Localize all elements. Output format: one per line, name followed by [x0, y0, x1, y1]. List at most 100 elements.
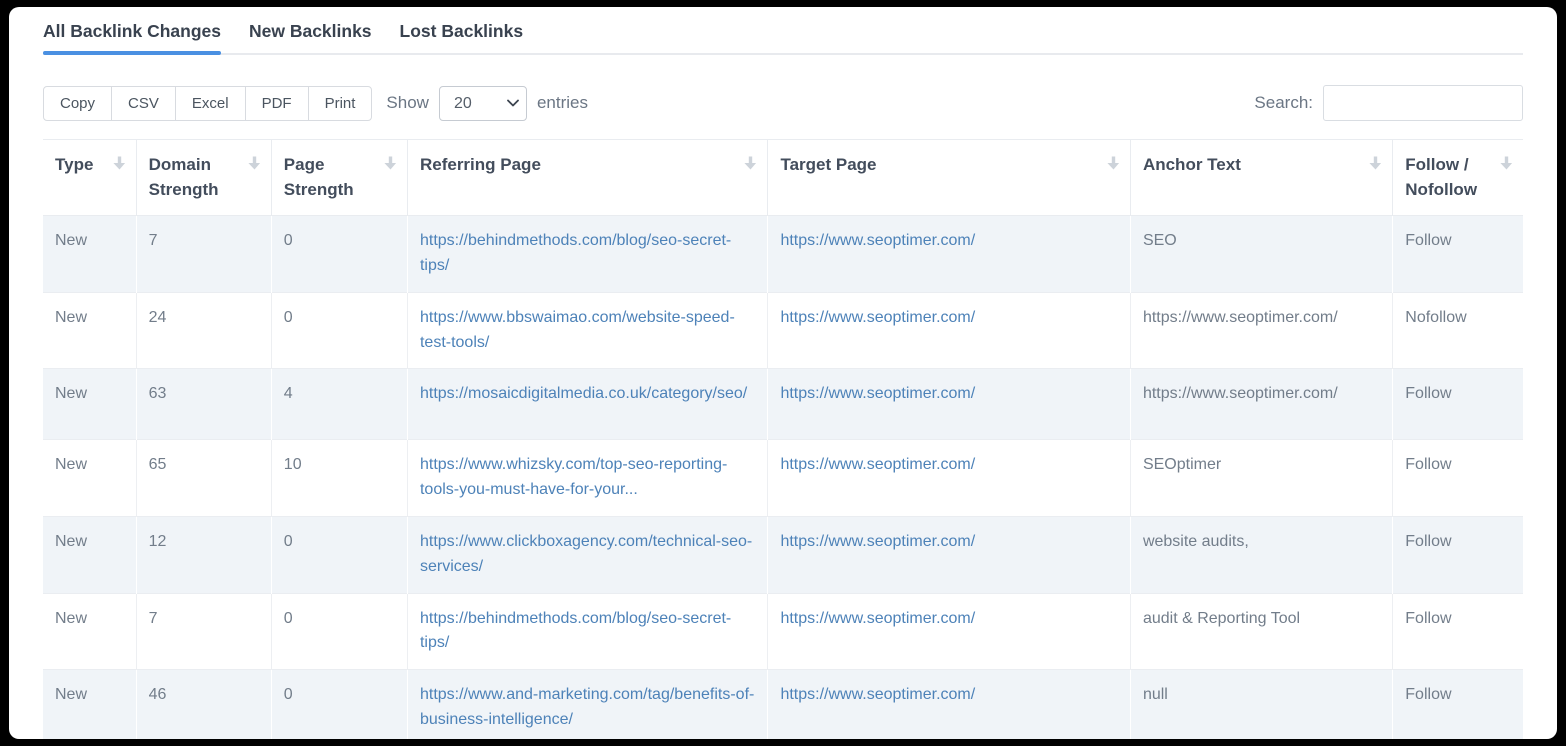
table-body: New70https://behindmethods.com/blog/seo-…	[43, 216, 1523, 739]
cell-text: 0	[284, 232, 293, 249]
table-row: New460https://www.and-marketing.com/tag/…	[43, 670, 1523, 739]
tab-all-backlink-changes[interactable]: All Backlink Changes	[43, 21, 221, 53]
cell-type: New	[43, 517, 136, 594]
cell-anchor-text: website audits,	[1130, 517, 1392, 594]
cell-text: 10	[284, 456, 302, 473]
cell-anchor-text: SEO	[1130, 216, 1392, 293]
sort-icon	[1500, 156, 1513, 170]
url-link[interactable]: https://www.bbswaimao.com/website-speed-…	[420, 309, 735, 351]
search-label: Search:	[1254, 93, 1313, 113]
cell-text: Nofollow	[1405, 309, 1466, 326]
cell-text: 24	[149, 309, 167, 326]
cell-text: New	[55, 686, 87, 703]
page-size-select-wrap: 20	[439, 86, 527, 121]
sort-icon	[248, 156, 261, 170]
column-header-page-strength[interactable]: Page Strength	[271, 140, 407, 216]
export-button-group: Copy CSV Excel PDF Print	[43, 86, 372, 121]
cell-follow-nofollow: Follow	[1393, 517, 1523, 594]
url-link[interactable]: https://mosaicdigitalmedia.co.uk/categor…	[420, 385, 747, 402]
cell-referring-page: https://mosaicdigitalmedia.co.uk/categor…	[407, 369, 767, 440]
url-link[interactable]: https://www.seoptimer.com/	[780, 309, 975, 326]
cell-type: New	[43, 593, 136, 670]
column-label: Anchor Text	[1143, 155, 1241, 174]
cell-type: New	[43, 292, 136, 369]
url-link[interactable]: https://www.seoptimer.com/	[780, 610, 975, 627]
cell-text: 0	[284, 686, 293, 703]
url-link[interactable]: https://behindmethods.com/blog/seo-secre…	[420, 232, 731, 274]
column-label: Page Strength	[284, 155, 354, 199]
cell-referring-page: https://www.whizsky.com/top-seo-reportin…	[407, 440, 767, 517]
pdf-button[interactable]: PDF	[245, 86, 309, 121]
cell-follow-nofollow: Follow	[1393, 369, 1523, 440]
url-link[interactable]: https://www.and-marketing.com/tag/benefi…	[420, 686, 754, 728]
page-size-select[interactable]: 20	[439, 86, 527, 121]
cell-domain-strength: 7	[136, 216, 271, 293]
cell-anchor-text: null	[1130, 670, 1392, 739]
cell-text: Follow	[1405, 533, 1451, 550]
tab-new-backlinks[interactable]: New Backlinks	[249, 21, 372, 53]
cell-text: null	[1143, 686, 1168, 703]
column-label: Referring Page	[420, 155, 541, 174]
cell-text: audit & Reporting Tool	[1143, 610, 1300, 627]
cell-type: New	[43, 670, 136, 739]
cell-referring-page: https://www.bbswaimao.com/website-speed-…	[407, 292, 767, 369]
sort-icon	[1107, 156, 1120, 170]
cell-text: 0	[284, 533, 293, 550]
cell-page-strength: 0	[271, 670, 407, 739]
copy-button[interactable]: Copy	[43, 86, 112, 121]
cell-page-strength: 0	[271, 216, 407, 293]
cell-anchor-text: SEOptimer	[1130, 440, 1392, 517]
sort-icon	[744, 156, 757, 170]
cell-page-strength: 10	[271, 440, 407, 517]
cell-text: website audits,	[1143, 533, 1249, 550]
column-label: Type	[55, 155, 93, 174]
cell-text: 7	[149, 610, 158, 627]
sort-icon	[1369, 156, 1382, 170]
cell-text: Follow	[1405, 686, 1451, 703]
column-header-referring-page[interactable]: Referring Page	[407, 140, 767, 216]
url-link[interactable]: https://www.seoptimer.com/	[780, 232, 975, 249]
url-link[interactable]: https://www.seoptimer.com/	[780, 533, 975, 550]
column-header-anchor-text[interactable]: Anchor Text	[1130, 140, 1392, 216]
column-header-domain-strength[interactable]: Domain Strength	[136, 140, 271, 216]
url-link[interactable]: https://www.seoptimer.com/	[780, 686, 975, 703]
url-link[interactable]: https://www.clickboxagency.com/technical…	[420, 533, 752, 575]
show-label: Show	[386, 93, 429, 113]
cell-target-page: https://www.seoptimer.com/	[768, 440, 1130, 517]
cell-text: New	[55, 232, 87, 249]
cell-referring-page: https://behindmethods.com/blog/seo-secre…	[407, 593, 767, 670]
cell-target-page: https://www.seoptimer.com/	[768, 517, 1130, 594]
cell-follow-nofollow: Follow	[1393, 216, 1523, 293]
cell-type: New	[43, 440, 136, 517]
cell-anchor-text: audit & Reporting Tool	[1130, 593, 1392, 670]
url-link[interactable]: https://www.whizsky.com/top-seo-reportin…	[420, 456, 727, 498]
column-header-target-page[interactable]: Target Page	[768, 140, 1130, 216]
cell-referring-page: https://www.clickboxagency.com/technical…	[407, 517, 767, 594]
column-label: Follow / Nofollow	[1405, 155, 1477, 199]
cell-target-page: https://www.seoptimer.com/	[768, 216, 1130, 293]
tab-lost-backlinks[interactable]: Lost Backlinks	[400, 21, 524, 53]
url-link[interactable]: https://www.seoptimer.com/	[780, 456, 975, 473]
cell-anchor-text: https://www.seoptimer.com/	[1130, 369, 1392, 440]
cell-domain-strength: 63	[136, 369, 271, 440]
search-input[interactable]	[1323, 85, 1523, 121]
column-header-type[interactable]: Type	[43, 140, 136, 216]
cell-page-strength: 0	[271, 292, 407, 369]
cell-page-strength: 0	[271, 593, 407, 670]
table-header: Type Domain Strength Page Strength Refer…	[43, 140, 1523, 216]
cell-text: 0	[284, 309, 293, 326]
url-link[interactable]: https://www.seoptimer.com/	[780, 385, 975, 402]
csv-button[interactable]: CSV	[111, 86, 176, 121]
cell-text: Follow	[1405, 456, 1451, 473]
cell-domain-strength: 65	[136, 440, 271, 517]
url-link[interactable]: https://behindmethods.com/blog/seo-secre…	[420, 610, 731, 652]
excel-button[interactable]: Excel	[175, 86, 246, 121]
cell-text: https://www.seoptimer.com/	[1143, 385, 1338, 402]
column-header-follow-nofollow[interactable]: Follow / Nofollow	[1393, 140, 1523, 216]
cell-text: SEOptimer	[1143, 456, 1221, 473]
cell-referring-page: https://www.and-marketing.com/tag/benefi…	[407, 670, 767, 739]
cell-follow-nofollow: Follow	[1393, 593, 1523, 670]
cell-referring-page: https://behindmethods.com/blog/seo-secre…	[407, 216, 767, 293]
print-button[interactable]: Print	[308, 86, 373, 121]
table-row: New65 10 https://www.whizsky.com/top-seo-r…	[43, 440, 1523, 517]
